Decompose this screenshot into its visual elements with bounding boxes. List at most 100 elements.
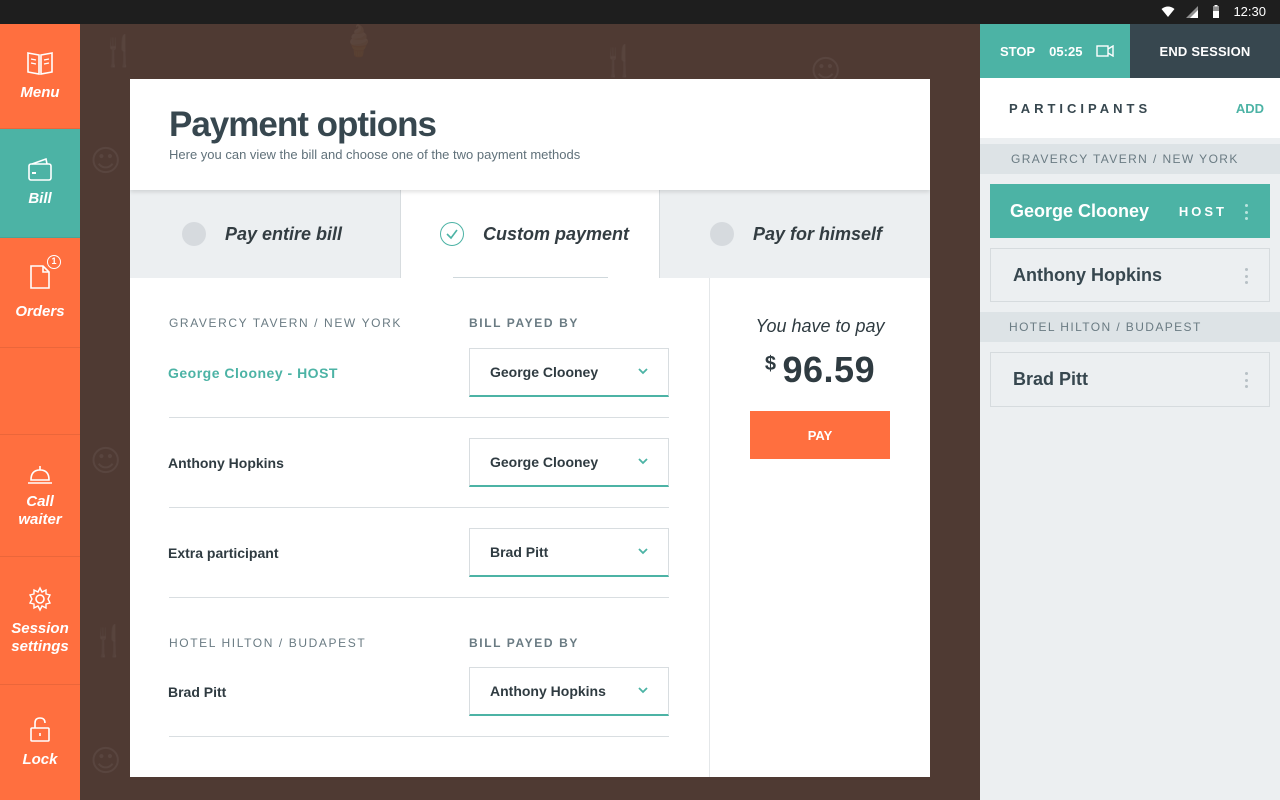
payment-summary: You have to pay $96.59 PAY — [709, 278, 930, 777]
participant-card[interactable]: George Clooney HOST — [990, 184, 1270, 238]
fork-icon: 🍴 — [90, 624, 128, 659]
page-title: Payment options — [169, 105, 437, 144]
battery-icon — [1213, 4, 1220, 18]
side-nav: Menu Bill 1 Orders Call waiter Session s… — [0, 24, 80, 800]
status-bar: 12:30 — [0, 0, 1280, 24]
tab-pay-for-himself-label: Pay for himself — [753, 223, 883, 244]
bill-split-list: GRAVERCY TAVERN / NEW YORK BILL PAYED BY… — [130, 278, 709, 777]
ice-cream-icon: 🍦 — [340, 24, 378, 59]
nav-session-settings-label: Session settings — [11, 619, 69, 655]
signal-icon — [1186, 5, 1199, 18]
book-icon — [27, 52, 53, 75]
session-timer: 05:25 — [1049, 43, 1083, 59]
tab-pay-entire-bill-label: Pay entire bill — [225, 223, 343, 244]
session-panel: STOP 05:25 END SESSION PARTICIPANTS ADD … — [980, 24, 1280, 800]
payer-select[interactable]: George Clooney — [469, 438, 669, 487]
nav-bill[interactable]: Bill — [0, 129, 80, 238]
page-subtitle: Here you can view the bill and choose on… — [169, 147, 581, 162]
nav-call-waiter-label: Call waiter — [18, 492, 62, 528]
nav-orders-label: Orders — [15, 303, 65, 320]
tab-pay-for-himself[interactable]: Pay for himself — [660, 190, 930, 278]
lock-icon — [30, 716, 50, 742]
radio-unchecked-icon — [182, 222, 206, 246]
participant-name: Anthony Hopkins — [1013, 264, 1162, 285]
currency-symbol: $ — [764, 353, 777, 375]
more-options-icon[interactable] — [1245, 204, 1249, 220]
nav-menu-label: Menu — [20, 84, 60, 101]
radio-checked-icon — [440, 222, 464, 246]
end-session-button[interactable]: END SESSION — [1130, 24, 1280, 78]
nav-orders[interactable]: 1 Orders — [0, 238, 80, 348]
nav-lock[interactable]: Lock — [0, 685, 80, 800]
payer-select-value: George Clooney — [490, 454, 599, 470]
add-participant-button[interactable]: ADD — [1236, 101, 1264, 116]
venue-header: GRAVERCY TAVERN / NEW YORK — [980, 144, 1280, 174]
payer-select[interactable]: Anthony Hopkins — [469, 667, 669, 716]
nav-empty-slot — [0, 348, 80, 435]
nav-bill-label: Bill — [28, 190, 52, 207]
payer-select-value: George Clooney — [490, 364, 599, 380]
chevron-down-icon — [638, 548, 648, 555]
divider — [169, 597, 669, 598]
fork-icon: 🍴 — [100, 34, 138, 69]
tab-custom-payment[interactable]: Custom payment — [400, 190, 660, 278]
tab-pay-entire-bill[interactable]: Pay entire bill — [130, 190, 400, 278]
payer-select[interactable]: George Clooney — [469, 348, 669, 397]
more-options-icon[interactable] — [1245, 268, 1249, 284]
host-tag: HOST — [1178, 203, 1227, 219]
bill-payed-by-label: BILL PAYED BY — [469, 316, 579, 330]
nav-session-settings[interactable]: Session settings — [0, 557, 80, 685]
document-icon — [30, 265, 50, 289]
divider — [169, 417, 669, 418]
venue-label: HOTEL HILTON / BUDAPEST — [169, 636, 367, 650]
participants-list: GRAVERCY TAVERN / NEW YORK George Cloone… — [980, 144, 1280, 800]
participants-title: PARTICIPANTS — [1009, 100, 1152, 116]
chevron-down-icon — [638, 687, 648, 694]
payment-method-tabs: Pay entire bill Custom payment Pay for h… — [130, 190, 930, 278]
card-header: Payment options Here you can view the bi… — [130, 79, 930, 190]
smile-icon: ☺ — [90, 144, 122, 179]
row-name: Extra participant — [168, 545, 279, 561]
clock: 12:30 — [1233, 4, 1266, 19]
smile-icon: ☺ — [90, 744, 122, 779]
wifi-icon — [1161, 6, 1175, 17]
divider — [169, 736, 669, 737]
radio-unchecked-icon — [710, 222, 734, 246]
participant-name: George Clooney — [1010, 200, 1150, 221]
row-name: Anthony Hopkins — [168, 455, 284, 471]
divider — [169, 507, 669, 508]
participant-card[interactable]: Brad Pitt — [990, 352, 1270, 407]
amount-value: 96.59 — [782, 349, 876, 390]
tab-custom-payment-label: Custom payment — [483, 223, 630, 244]
participant-name: Brad Pitt — [1013, 369, 1089, 389]
checkmark-icon — [446, 229, 458, 240]
gear-icon — [28, 585, 52, 612]
stop-timer-button[interactable]: STOP 05:25 — [980, 24, 1130, 78]
payer-select-value: Brad Pitt — [490, 544, 549, 560]
row-name: Brad Pitt — [168, 684, 227, 700]
bell-icon — [28, 465, 52, 484]
pay-button[interactable]: PAY — [750, 411, 890, 459]
row-name-host: George Clooney - HOST — [168, 365, 338, 381]
chevron-down-icon — [638, 368, 648, 375]
payer-select[interactable]: Brad Pitt — [469, 528, 669, 577]
payment-options-card: Payment options Here you can view the bi… — [130, 79, 930, 777]
nav-call-waiter[interactable]: Call waiter — [0, 435, 80, 557]
nav-lock-label: Lock — [22, 750, 58, 768]
participants-header: PARTICIPANTS ADD — [980, 78, 1280, 138]
session-bar: STOP 05:25 END SESSION — [980, 24, 1280, 78]
wallet-icon — [28, 158, 52, 181]
fork-icon: 🍴 — [600, 44, 638, 79]
amount-due: $96.59 — [710, 349, 930, 391]
stop-label: STOP — [1000, 43, 1036, 59]
more-options-icon[interactable] — [1245, 372, 1249, 388]
venue-header: HOTEL HILTON / BUDAPEST — [980, 312, 1280, 342]
participant-card[interactable]: Anthony Hopkins — [990, 248, 1270, 302]
orders-badge: 1 — [47, 255, 61, 269]
video-camera-icon — [1096, 45, 1115, 57]
nav-menu[interactable]: Menu — [0, 24, 80, 129]
smile-icon: ☺ — [90, 444, 122, 479]
bill-payed-by-label: BILL PAYED BY — [469, 636, 579, 650]
chevron-down-icon — [638, 458, 648, 465]
venue-label: GRAVERCY TAVERN / NEW YORK — [169, 316, 402, 330]
